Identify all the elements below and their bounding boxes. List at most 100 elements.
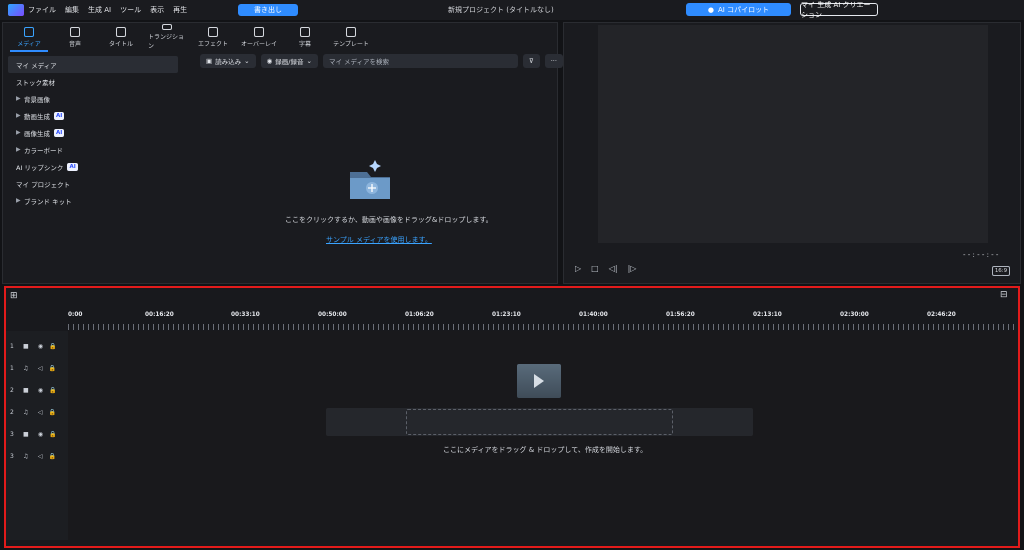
video-track-icon: ■ xyxy=(22,342,29,350)
track-header-audio-2[interactable]: 2 ♫ ◁ 🔒 xyxy=(6,402,68,422)
speaker-icon[interactable]: ◁ xyxy=(38,409,43,416)
sidebar-item-brand-kit[interactable]: ▶ ブランド キット xyxy=(8,192,178,209)
ai-badge: AI xyxy=(54,111,65,120)
record-label: 録画/録音 xyxy=(275,57,304,66)
track-number: 2 xyxy=(10,386,14,394)
lock-icon[interactable]: 🔒 xyxy=(48,453,55,460)
prev-frame-icon[interactable]: ◁| xyxy=(609,264,618,273)
tab-label: エフェクト xyxy=(197,40,228,48)
sidebar-item-my-media[interactable]: マイ メディア xyxy=(8,56,178,73)
menu-edit[interactable]: 編集 xyxy=(65,5,79,15)
sidebar-item-image-generation[interactable]: ▶ 画像生成 AI xyxy=(8,124,178,141)
chevron-right-icon: ▶ xyxy=(16,95,21,102)
aspect-ratio-button[interactable]: 16:9 xyxy=(992,266,1010,276)
lock-icon[interactable]: 🔒 xyxy=(48,365,55,372)
menu-tools[interactable]: ツール xyxy=(120,5,141,15)
ruler-label: 00:16:20 xyxy=(145,312,174,318)
chevron-down-icon: ⌄ xyxy=(306,56,312,65)
lock-icon[interactable]: 🔒 xyxy=(48,409,55,416)
ai-copilot-label: AI コパイロット xyxy=(718,5,770,14)
tab-template[interactable]: テンプレート xyxy=(332,24,370,50)
timeline-ruler: 0:00 00:16:20 00:33:10 00:50:00 01:06:20… xyxy=(68,312,1018,332)
tab-label: トランジション xyxy=(148,34,185,50)
media-sidebar: マイ メディア ストック素材 ▶ 背景画像 ▶ 動画生成 AI ▶ 画像生成 AI ▶ カラ… xyxy=(8,56,178,270)
app-logo xyxy=(8,4,24,16)
sidebar-item-label: 動画生成 xyxy=(24,112,50,121)
track-header-video-1[interactable]: 1 ■ ◉ 🔒 xyxy=(6,336,68,356)
sidebar-item-label: カラーボード xyxy=(24,146,63,155)
play-icon[interactable]: ▷ xyxy=(575,264,581,273)
ruler-label: 01:06:20 xyxy=(405,312,434,318)
speaker-icon[interactable]: ◁ xyxy=(38,365,43,372)
music-icon: ♫ xyxy=(23,364,29,372)
tab-overlay[interactable]: オーバーレイ xyxy=(240,24,278,50)
lock-icon[interactable]: 🔒 xyxy=(49,343,56,350)
timeline-drop-text: ここにメディアをドラッグ & ドロップして、作成を開始します。 xyxy=(443,446,648,454)
text-icon xyxy=(116,26,126,37)
ruler-label: 01:23:10 xyxy=(492,312,521,318)
tab-media[interactable]: メディア xyxy=(10,24,48,52)
chevron-right-icon: ▶ xyxy=(16,197,21,204)
render-icon[interactable]: ⊟ xyxy=(1000,290,1008,300)
sidebar-item-color-board[interactable]: ▶ カラーボード xyxy=(8,141,178,158)
sidebar-item-my-projects[interactable]: マイ プロジェクト xyxy=(8,175,178,192)
menu-file[interactable]: ファイル xyxy=(28,5,56,15)
sample-media-link[interactable]: サンプル メディアを使用します。 xyxy=(326,235,432,245)
track-header-video-2[interactable]: 2 ■ ◉ 🔒 xyxy=(6,380,68,400)
preview-time: - - : - - : - - xyxy=(963,251,999,259)
lock-icon[interactable]: 🔒 xyxy=(49,431,56,438)
import-button[interactable]: ▣ 読み込み ⌄ xyxy=(200,53,256,68)
tab-title[interactable]: タイトル xyxy=(102,24,140,50)
video-track-icon: ■ xyxy=(22,386,29,394)
add-track-icon[interactable]: ⊞ xyxy=(10,291,18,301)
tab-transition[interactable]: トランジション xyxy=(148,24,186,50)
filter-button[interactable]: ⊽ xyxy=(522,53,540,68)
menu-view[interactable]: 表示 xyxy=(150,5,164,15)
search-placeholder: マイ メディアを検索 xyxy=(328,57,390,66)
eye-icon[interactable]: ◉ xyxy=(38,431,43,438)
ruler-label: 00:50:00 xyxy=(318,312,347,318)
media-toolbar: ▣ 読み込み ⌄ ◉ 録画/録音 ⌄ マイ メディアを検索 ⊽ ··· xyxy=(200,53,563,68)
tab-label: テンプレート xyxy=(333,40,369,48)
sidebar-item-background[interactable]: ▶ 背景画像 xyxy=(8,90,178,107)
ruler-label: 01:40:00 xyxy=(579,312,608,318)
sidebar-item-stock[interactable]: ストック素材 xyxy=(8,73,178,90)
next-frame-icon[interactable]: |▷ xyxy=(628,264,637,273)
chevron-right-icon: ▶ xyxy=(16,146,21,153)
track-number: 1 xyxy=(10,342,14,350)
eye-icon[interactable]: ◉ xyxy=(38,387,43,394)
subtitle-icon xyxy=(300,26,310,37)
filter-icon: ⊽ xyxy=(528,56,534,65)
import-label: 読み込み xyxy=(215,57,242,66)
ai-badge: AI xyxy=(54,128,65,137)
lock-icon[interactable]: 🔒 xyxy=(49,387,56,394)
media-icon xyxy=(24,26,34,37)
menu-ai[interactable]: 生成 AI xyxy=(88,5,111,15)
folder-icon xyxy=(350,160,390,199)
sidebar-item-video-generation[interactable]: ▶ 動画生成 AI xyxy=(8,107,178,124)
import-icon: ▣ xyxy=(206,56,213,65)
sidebar-item-lip-sync[interactable]: AI リップシンク AI xyxy=(8,158,178,175)
eye-icon[interactable]: ◉ xyxy=(38,343,43,350)
track-header-audio-3[interactable]: 3 ♫ ◁ 🔒 xyxy=(6,446,68,466)
ai-creation-button[interactable]: マイ 生成 AI クリエーション xyxy=(800,1,878,19)
drop-target-outline xyxy=(406,409,673,435)
track-header-video-3[interactable]: 3 ■ ◉ 🔒 xyxy=(6,424,68,444)
chevron-right-icon: ▶ xyxy=(16,112,21,119)
track-header-audio-1[interactable]: 1 ♫ ◁ 🔒 xyxy=(6,358,68,378)
menu-play[interactable]: 再生 xyxy=(173,5,187,15)
speaker-icon[interactable]: ◁ xyxy=(38,453,43,460)
search-input[interactable]: マイ メディアを検索 xyxy=(322,53,518,68)
tab-subtitle[interactable]: 字幕 xyxy=(286,24,324,50)
tab-effect[interactable]: エフェクト xyxy=(194,24,232,50)
record-button[interactable]: ◉ 録画/録音 ⌄ xyxy=(260,53,318,68)
overlay-icon xyxy=(254,26,264,37)
chevron-down-icon: ⌄ xyxy=(244,56,250,65)
tab-audio[interactable]: 音声 xyxy=(56,24,94,50)
more-button[interactable]: ··· xyxy=(544,53,563,68)
music-icon: ♫ xyxy=(23,452,29,460)
export-button[interactable]: 書き出し xyxy=(238,4,298,16)
stop-icon[interactable]: □ xyxy=(591,264,599,273)
tab-label: タイトル xyxy=(108,40,133,48)
ai-copilot-button[interactable]: ● AI コパイロット xyxy=(686,3,791,16)
